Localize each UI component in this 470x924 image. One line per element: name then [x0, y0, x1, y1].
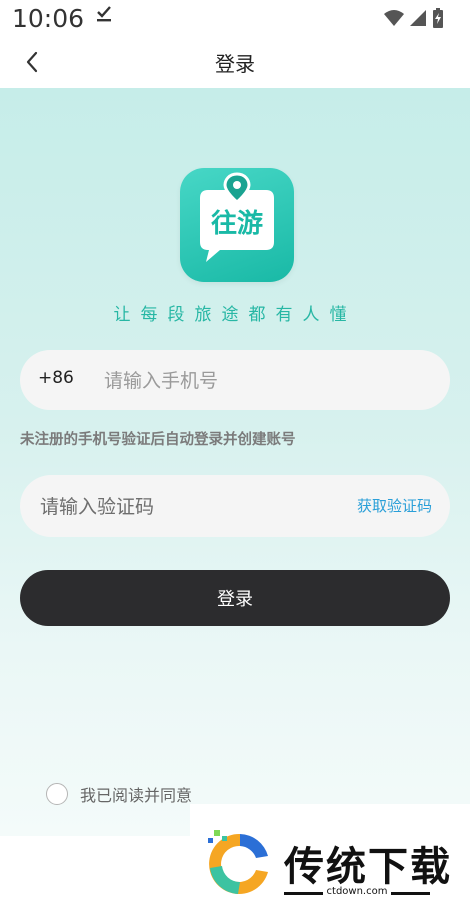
watermark: 传统下载 ctdown.com	[190, 804, 470, 924]
app-logo: 往游	[180, 168, 294, 282]
page-title: 登录	[215, 52, 255, 76]
code-field: 获取验证码	[20, 475, 450, 537]
phone-field: +86	[20, 350, 450, 410]
status-icons	[384, 8, 444, 32]
status-time: 10:06	[12, 4, 85, 33]
battery-icon	[432, 8, 444, 32]
get-code-button[interactable]: 获取验证码	[357, 495, 432, 516]
status-bar: 10:06	[0, 0, 470, 40]
wifi-icon	[384, 10, 404, 30]
verification-code-input[interactable]	[38, 490, 312, 524]
signal-icon	[410, 10, 426, 30]
slogan: 让每段旅途都有人懂	[113, 305, 357, 325]
agreement-row: 我已阅读并同意	[46, 782, 192, 806]
logo-text: 往游	[211, 208, 263, 239]
agreement-checkbox[interactable]	[46, 783, 68, 805]
watermark-brand: 传统下载	[284, 844, 452, 890]
login-panel: 往游 让每段旅途都有人懂 +86 未注册的手机号验证后自动登录并创建账号 获取验…	[0, 88, 470, 924]
login-button[interactable]: 登录	[20, 570, 450, 626]
phone-input[interactable]	[102, 364, 426, 398]
watermark-url: ctdown.com	[322, 886, 392, 897]
watermark-logo-icon	[208, 830, 268, 894]
nav-bar: 登录	[0, 40, 470, 88]
register-hint: 未注册的手机号验证后自动登录并创建账号	[20, 432, 296, 448]
country-code[interactable]: +86	[38, 368, 74, 388]
check-icon	[96, 4, 112, 27]
agreement-text: 我已阅读并同意	[80, 786, 193, 805]
